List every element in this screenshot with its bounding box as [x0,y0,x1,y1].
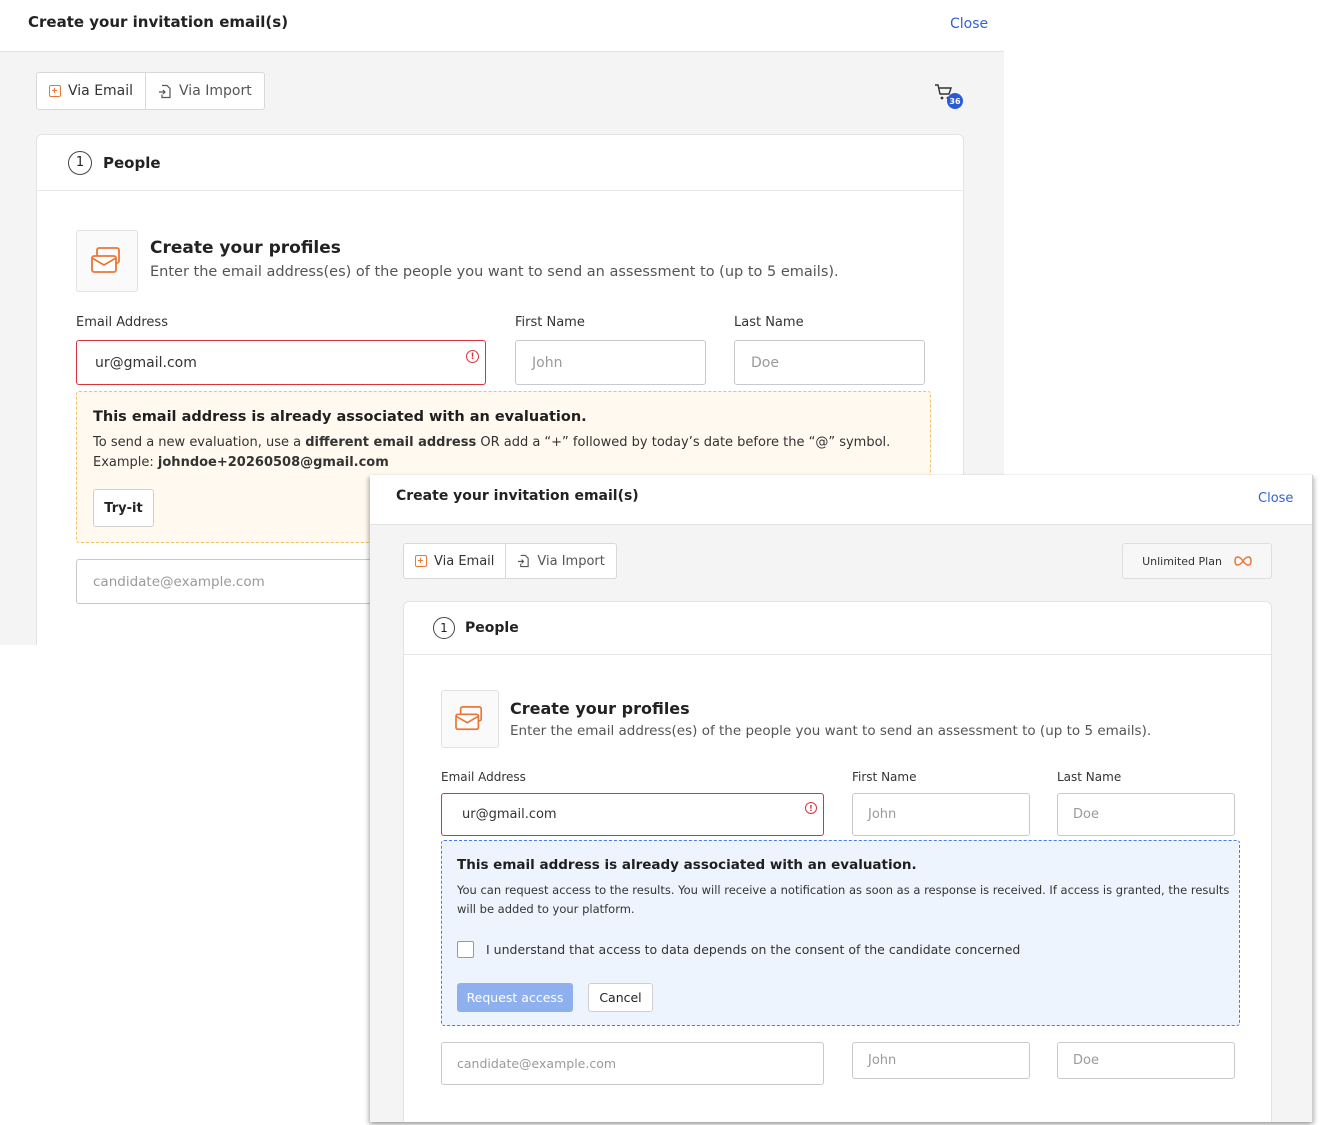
profiles-description: Enter the email address(es) of the peopl… [150,264,839,280]
section-title: People [103,153,161,172]
dialog-header: Create your invitation email(s) Close [370,475,1312,525]
info-body: You can request access to the results. Y… [457,883,1230,916]
warning-example: Example: johndoe+20260508@gmail.com [93,455,389,470]
warning-text: OR add a “+” followed by today’s date be… [476,435,891,450]
warning-emphasis: different email address [305,435,477,450]
first-name-field[interactable]: John [852,1042,1030,1079]
cart-count-badge: 36 [947,93,963,109]
last-name-field[interactable]: Doe [734,340,925,385]
envelopes-icon [455,706,483,731]
plan-label: Unlimited Plan [1142,554,1222,568]
tab-label: Via Import [537,553,605,569]
step-number: 1 [433,617,455,639]
dialog-title: Create your invitation email(s) [396,488,639,504]
request-access-panel: This email address is already associated… [441,840,1240,1026]
email-value: ur@gmail.com [95,354,197,371]
last-name-label: Last Name [734,315,804,330]
import-file-icon [159,84,171,98]
tab-label: Via Email [434,553,495,569]
close-button[interactable]: Close [950,16,988,32]
email-label: Email Address [76,315,168,330]
example-value: johndoe+20260508@gmail.com [157,455,389,470]
source-tabs: Via Email Via Import [36,72,265,110]
email-field[interactable]: ur@gmail.com ! [76,340,486,385]
tab-via-import[interactable]: Via Import [145,73,264,109]
info-title: This email address is already associated… [457,857,917,873]
example-label: Example: [93,455,158,470]
profiles-title: Create your profiles [150,238,341,258]
consent-label: I understand that access to data depends… [486,942,1021,957]
first-name-field[interactable]: John [515,340,706,385]
warning-instruction: To send a new evaluation, use a differen… [93,435,890,450]
section-title: People [465,620,519,636]
add-box-icon [415,555,427,567]
warning-text: To send a new evaluation, use a [93,435,306,450]
error-icon: ! [466,350,479,363]
first-name-field[interactable]: John [852,793,1030,836]
last-name-label: Last Name [1057,770,1122,784]
tab-label: Via Email [68,83,134,99]
profiles-description: Enter the email address(es) of the peopl… [510,723,1152,739]
profiles-illustration [76,230,138,292]
last-name-field[interactable]: Doe [1057,1042,1235,1079]
cancel-button[interactable]: Cancel [588,983,653,1012]
first-name-label: First Name [852,770,917,784]
email-field[interactable]: candidate@example.com [441,1042,824,1085]
email-value: ur@gmail.com [462,807,557,822]
dialog-title: Create your invitation email(s) [28,13,289,31]
first-name-label: First Name [515,315,585,330]
profiles-title: Create your profiles [510,699,690,718]
plan-indicator: Unlimited Plan [1122,543,1272,579]
dialog-header: Create your invitation email(s) Close [0,0,1004,52]
source-tabs: Via Email Via Import [403,543,617,579]
section-header: 1 People [404,602,1271,655]
invitation-dialog-front: Create your invitation email(s) Close Vi… [370,475,1313,1122]
error-icon: ! [805,802,817,814]
import-file-icon [518,554,530,568]
tab-via-import[interactable]: Via Import [505,544,615,578]
people-card: 1 People Create your profiles Enter the … [403,601,1272,1122]
try-it-button[interactable]: Try-it [93,489,154,527]
tab-via-email[interactable]: Via Email [37,73,145,109]
close-button[interactable]: Close [1258,491,1293,506]
infinity-icon [1234,556,1252,566]
tab-label: Via Import [179,83,252,99]
profiles-illustration [441,690,499,748]
email-label: Email Address [441,770,526,784]
envelopes-icon [91,247,120,273]
email-field[interactable]: ur@gmail.com ! [441,793,824,836]
warning-title: This email address is already associated… [93,409,587,425]
consent-checkbox[interactable] [457,941,474,958]
request-access-button[interactable]: Request access [457,983,573,1012]
step-number: 1 [68,150,92,175]
cart-button[interactable]: 36 [934,82,963,110]
last-name-field[interactable]: Doe [1057,793,1235,836]
section-header: 1 People [37,135,963,191]
add-box-icon [49,85,61,97]
tab-via-email[interactable]: Via Email [404,544,505,578]
